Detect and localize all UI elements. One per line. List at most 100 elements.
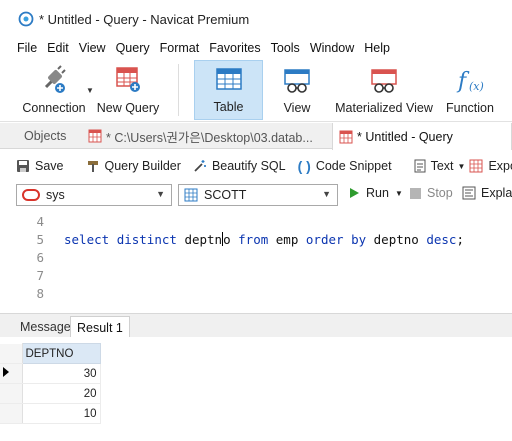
row-header — [0, 403, 23, 424]
run-dropdown-icon[interactable]: ▼ — [395, 189, 403, 198]
export-label: Expor — [488, 159, 512, 173]
beautify-sql-button[interactable]: Beautify SQL — [193, 159, 286, 173]
materialized-view-icon — [371, 69, 397, 93]
save-button[interactable]: Save — [16, 159, 64, 173]
view-button[interactable]: View — [270, 60, 324, 120]
stop-button[interactable]: Stop — [410, 186, 453, 200]
materialized-view-button[interactable]: Materialized View — [334, 60, 434, 120]
title-bar: * Untitled - Query - Navicat Premium — [0, 0, 512, 38]
hammer-icon — [87, 161, 98, 172]
connection-dropdown-icon[interactable]: ▼ — [86, 86, 94, 95]
tab-file-label: * C:\Users\권가은\Desktop\03.datab... — [106, 130, 313, 145]
line-number: 4 — [36, 214, 44, 229]
oracle-connection-icon — [22, 189, 40, 201]
menu-tools[interactable]: Tools — [266, 41, 305, 55]
braces-icon: ( ) — [297, 158, 311, 174]
connection-value: sys — [46, 188, 65, 202]
menu-query[interactable]: Query — [111, 41, 155, 55]
run-button[interactable]: Run ▼ — [348, 186, 403, 200]
save-label: Save — [35, 159, 64, 173]
connection-button[interactable]: Connection — [16, 60, 92, 120]
export-button[interactable]: Expor — [469, 159, 512, 173]
explain-icon — [462, 186, 476, 200]
tab-result-1[interactable]: Result 1 — [70, 316, 130, 338]
function-label: Function — [446, 101, 494, 115]
query-file-icon — [88, 129, 102, 143]
menu-edit[interactable]: Edit — [42, 41, 74, 55]
tab-objects[interactable]: Objects — [18, 123, 72, 149]
table-button[interactable]: Table — [194, 60, 263, 120]
function-button[interactable]: f (x) Function — [442, 60, 498, 120]
toolbar-separator — [178, 64, 179, 116]
save-icon — [17, 160, 29, 172]
table-icon — [215, 68, 242, 90]
table-cell[interactable]: 30 — [22, 363, 101, 384]
svg-text:f: f — [456, 69, 470, 94]
order-column: deptno — [373, 232, 419, 247]
row-header — [0, 383, 23, 404]
table-cell[interactable]: 10 — [22, 403, 101, 424]
tab-message[interactable]: Message — [14, 316, 77, 338]
table-label: Table — [213, 100, 244, 114]
column-header-deptno[interactable]: DEPTNO — [21, 343, 101, 364]
connection-selectors: sys ▼ SCOTT ▼ Run ▼ Stop Explai — [0, 182, 512, 208]
query-toolbar: Save Query Builder Beautify SQL ( ) Code… — [0, 150, 512, 182]
function-icon: f (x) — [456, 69, 484, 94]
table-row[interactable]: 30 — [0, 363, 101, 384]
line-number: 8 — [36, 286, 44, 301]
table-row[interactable]: 10 — [0, 403, 101, 424]
chevron-down-icon: ▼ — [322, 189, 331, 199]
query-builder-button[interactable]: Query Builder — [86, 159, 181, 173]
menu-favorites[interactable]: Favorites — [204, 41, 265, 55]
run-label: Run — [366, 186, 389, 200]
materialized-view-label: Materialized View — [335, 101, 433, 115]
text-dropdown-icon[interactable]: ▼ — [458, 162, 466, 171]
line-number: 6 — [36, 250, 44, 265]
schema-value: SCOTT — [204, 188, 247, 202]
menu-format[interactable]: Format — [155, 41, 205, 55]
column-name-tail: o — [223, 232, 231, 247]
row-header-corner — [0, 343, 23, 364]
column-name: deptn — [184, 232, 223, 247]
text-button[interactable]: Text ▼ — [414, 159, 466, 173]
results-table: DEPTNO 30 20 10 — [0, 343, 101, 424]
menu-view[interactable]: View — [74, 41, 111, 55]
keyword-by: by — [351, 232, 367, 247]
svg-text:(x): (x) — [469, 80, 484, 93]
explain-button[interactable]: Explai — [462, 186, 512, 200]
tab-message-label: Message — [20, 320, 71, 334]
new-query-icon — [116, 67, 140, 92]
menu-window[interactable]: Window — [305, 41, 359, 55]
line-number: 5 — [36, 232, 44, 247]
connection-label: Connection — [22, 101, 86, 115]
view-icon — [284, 69, 310, 93]
code-snippet-button[interactable]: ( ) Code Snippet — [298, 158, 392, 174]
table-cell[interactable]: 20 — [22, 383, 101, 404]
schema-select[interactable]: SCOTT ▼ — [178, 184, 338, 206]
tab-file[interactable]: * C:\Users\권가은\Desktop\03.datab... — [82, 123, 332, 149]
chevron-down-icon: ▼ — [156, 189, 165, 199]
menu-file[interactable]: File — [12, 41, 42, 55]
sql-editor[interactable]: 4 5 6 7 8 select distinct deptno from em… — [0, 210, 512, 312]
row-pointer-icon — [0, 363, 23, 384]
keyword-from: from — [238, 232, 269, 247]
keyword-distinct: distinct — [116, 232, 177, 247]
document-tabs: Objects * C:\Users\권가은\Desktop\03.datab.… — [0, 123, 512, 150]
new-query-button[interactable]: New Query — [96, 60, 160, 120]
tab-untitled-query-label: * Untitled - Query — [357, 129, 453, 144]
statement-terminator: ; — [456, 232, 464, 247]
table-row[interactable]: 20 — [0, 383, 101, 404]
new-query-label: New Query — [96, 101, 160, 115]
result-tabs: Message Result 1 — [0, 313, 512, 338]
beautify-sql-label: Beautify SQL — [211, 159, 286, 173]
view-label: View — [283, 101, 311, 115]
menu-help[interactable]: Help — [359, 41, 395, 55]
connection-select[interactable]: sys ▼ — [16, 184, 172, 206]
menu-bar: File Edit View Query Format Favorites To… — [0, 38, 512, 58]
line-number: 7 — [36, 268, 44, 283]
stop-icon — [410, 187, 421, 199]
export-grid-icon — [469, 159, 483, 173]
keyword-select: select — [64, 232, 110, 247]
header-row: DEPTNO — [0, 343, 101, 364]
tab-untitled-query[interactable]: * Untitled - Query — [332, 123, 512, 150]
